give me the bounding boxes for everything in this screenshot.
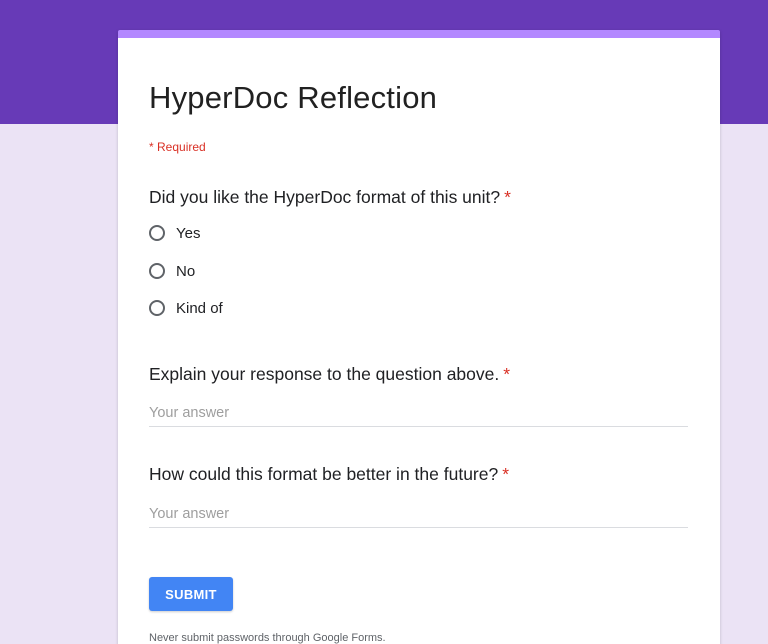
radio-option-kind-of[interactable]: Kind of <box>149 297 223 319</box>
improvement-input[interactable] <box>149 501 688 528</box>
question-2-title: Explain your response to the question ab… <box>149 364 510 385</box>
required-asterisk: * <box>504 187 511 207</box>
form-title: HyperDoc Reflection <box>149 80 438 115</box>
radio-button[interactable] <box>149 263 165 279</box>
radio-button[interactable] <box>149 225 165 241</box>
question-1-title: Did you like the HyperDoc format of this… <box>149 187 511 208</box>
radio-option-yes[interactable]: Yes <box>149 222 200 244</box>
explain-response-input[interactable] <box>149 400 688 427</box>
question-2-text: Explain your response to the question ab… <box>149 364 500 384</box>
submit-button[interactable]: SUBMIT <box>149 577 233 611</box>
footer-note: Never submit passwords through Google Fo… <box>149 632 386 644</box>
question-3-title: How could this format be better in the f… <box>149 464 509 485</box>
question-1-text: Did you like the HyperDoc format of this… <box>149 187 501 207</box>
required-asterisk: * <box>503 364 511 384</box>
radio-label: Kind of <box>176 299 223 317</box>
radio-button[interactable] <box>149 300 165 316</box>
question-3-text: How could this format be better in the f… <box>149 464 499 484</box>
form-card: HyperDoc Reflection * Required Did you l… <box>118 30 720 644</box>
radio-label: Yes <box>176 224 201 242</box>
required-note: * Required <box>149 140 206 154</box>
radio-label: No <box>176 262 196 280</box>
required-asterisk: * <box>502 464 510 484</box>
radio-option-no[interactable]: No <box>149 260 195 282</box>
